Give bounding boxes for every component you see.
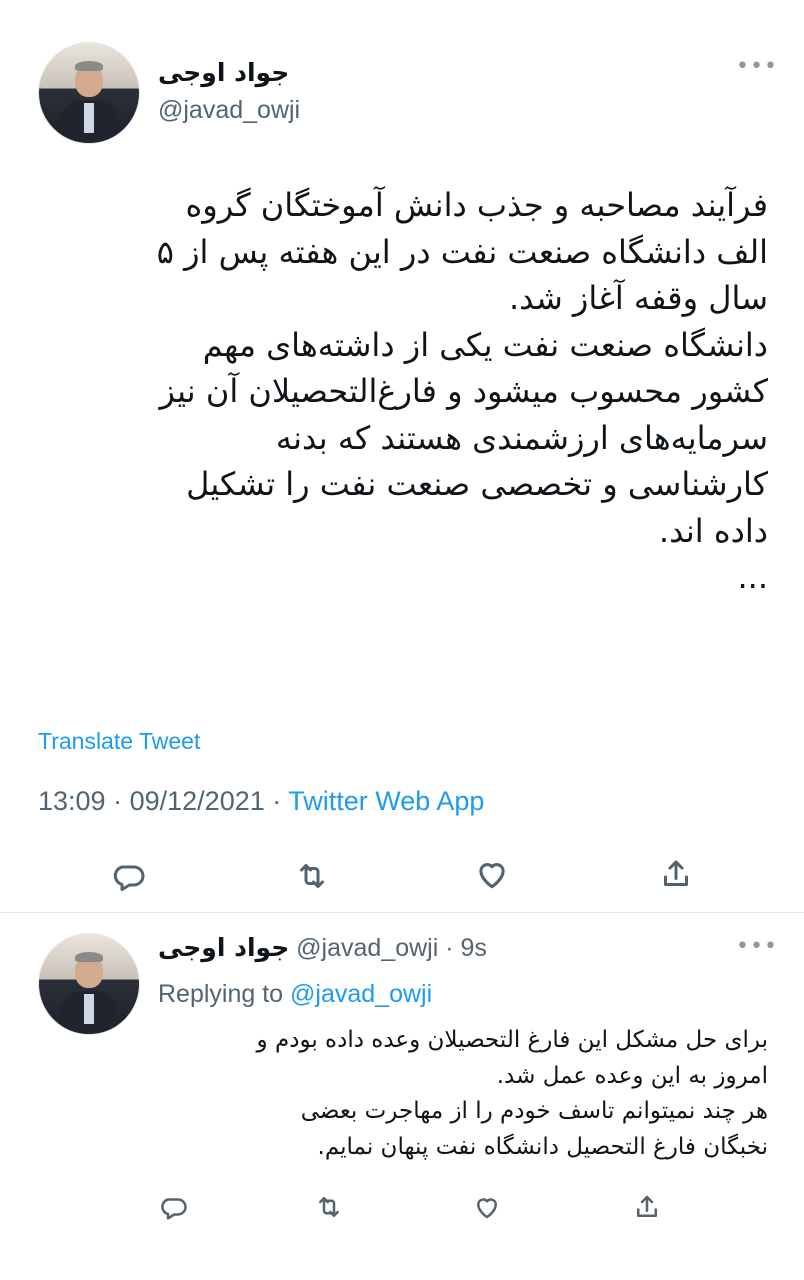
divider (0, 912, 804, 913)
avatar[interactable] (38, 42, 140, 144)
reply-icon[interactable] (108, 856, 148, 896)
meta-separator: · (445, 934, 454, 962)
meta-separator: · (113, 786, 123, 816)
main-tweet: جواد اوجی @javad_owji ••• فرآیند مصاحبه … (0, 0, 804, 912)
like-icon[interactable] (472, 854, 512, 894)
display-name[interactable]: جواد اوجی (158, 58, 289, 87)
more-dots-icon[interactable]: ••• (736, 54, 778, 79)
retweet-icon[interactable] (312, 1190, 346, 1224)
share-icon[interactable] (630, 1190, 664, 1224)
translate-tweet-link[interactable]: Translate Tweet (38, 728, 200, 755)
like-icon[interactable] (470, 1190, 504, 1224)
tweet-age[interactable]: 9s (461, 934, 487, 962)
meta-separator: · (272, 786, 282, 816)
tweet-date: 09/12/2021 (129, 786, 265, 816)
tweet-meta: 13:09 · 09/12/2021 · Twitter Web App (38, 786, 484, 817)
more-dots-icon[interactable]: ••• (736, 934, 778, 959)
replying-handle-link[interactable]: @javad_owji (290, 980, 432, 1008)
display-name[interactable]: جواد اوجی (158, 933, 289, 962)
avatar[interactable] (38, 933, 140, 1035)
tweet-text: فرآیند مصاحبه و جذب دانش آموختگان گروه ا… (156, 186, 768, 596)
tweet-time: 13:09 (38, 786, 106, 816)
user-handle[interactable]: @javad_owji (158, 96, 300, 125)
share-icon[interactable] (656, 854, 696, 894)
reply-header: جواد اوجی @javad_owji · 9s (158, 933, 487, 963)
replying-prefix: Replying to (158, 980, 284, 1008)
retweet-icon[interactable] (292, 856, 332, 896)
replying-to: Replying to @javad_owji (158, 980, 432, 1009)
reply-icon[interactable] (156, 1190, 190, 1224)
reply-text: برای حل مشکل این فارغ التحصیلان وعده داد… (256, 1027, 768, 1160)
tweet-source-link[interactable]: Twitter Web App (288, 786, 484, 816)
user-handle[interactable]: @javad_owji (296, 934, 438, 962)
